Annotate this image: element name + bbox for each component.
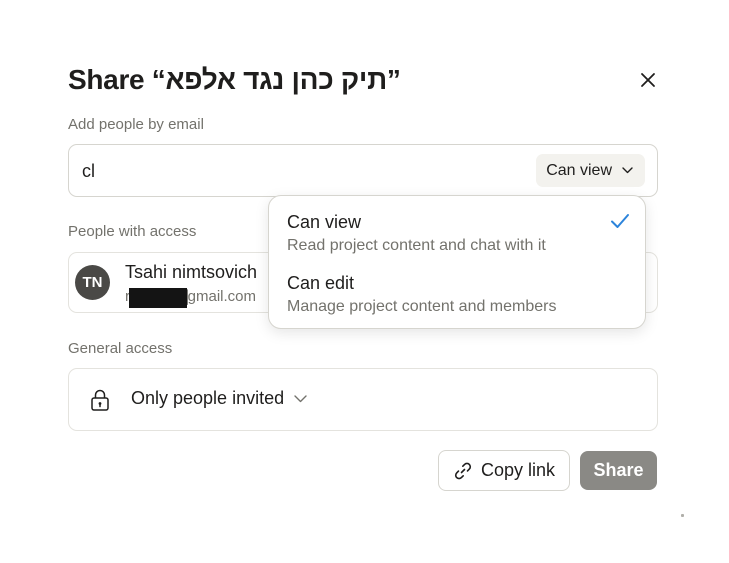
checkmark-icon	[611, 214, 629, 228]
copy-link-button[interactable]: Copy link	[438, 450, 570, 491]
permission-dropdown: Can view Read project content and chat w…	[268, 195, 646, 329]
general-access-value: Only people invited	[131, 388, 285, 408]
option-can-view[interactable]: Can view Read project content and chat w…	[287, 212, 627, 255]
resize-mark	[681, 514, 684, 517]
close-button[interactable]	[636, 68, 660, 92]
avatar: TN	[75, 265, 110, 300]
email-field-container: Can view	[68, 144, 658, 197]
permission-select-button[interactable]: Can view	[536, 154, 645, 187]
permission-select-label: Can view	[546, 161, 612, 179]
general-access-container: Only people invited	[68, 368, 658, 431]
option-label: Can edit	[287, 273, 355, 293]
share-button[interactable]: Share	[580, 451, 657, 490]
chevron-down-icon	[294, 394, 307, 402]
option-label: Can view	[287, 212, 362, 232]
chevron-down-icon	[622, 167, 633, 174]
option-can-edit[interactable]: Can edit Manage project content and memb…	[287, 273, 627, 316]
add-people-label: Add people by email	[68, 116, 204, 133]
lock-icon	[91, 389, 109, 411]
dialog-title: Share “תיק כהן נגד אלפא”	[68, 64, 401, 95]
option-description: Read project content and chat with it	[287, 237, 546, 254]
option-description: Manage project content and members	[287, 298, 557, 315]
people-with-access-label: People with access	[68, 223, 197, 240]
email-input[interactable]	[82, 158, 502, 184]
general-access-select[interactable]: Only people invited	[131, 388, 307, 409]
share-dialog: Share “תיק כהן נגד אלפא” Add people by e…	[0, 0, 729, 563]
copy-link-label: Copy link	[480, 460, 556, 480]
redaction-box	[129, 288, 187, 308]
close-icon	[641, 73, 655, 87]
general-access-label: General access	[68, 340, 173, 357]
link-icon	[454, 462, 472, 479]
person-name: Tsahi nimtsovich	[125, 262, 258, 282]
